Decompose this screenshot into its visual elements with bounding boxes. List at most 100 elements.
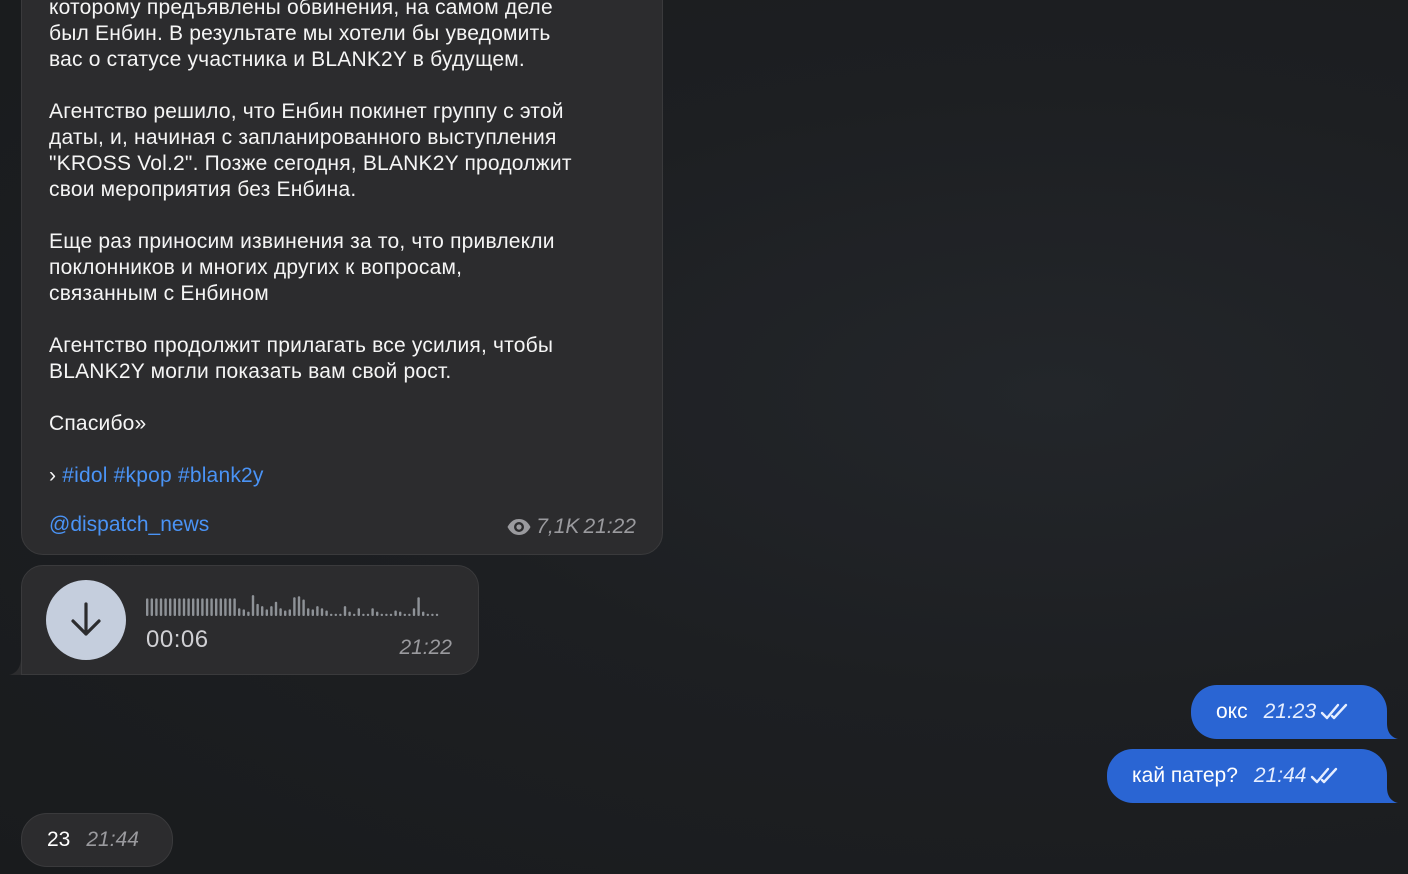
waveform-bar (288, 609, 291, 616)
waveform-bar (169, 598, 172, 616)
waveform-bar (320, 608, 324, 616)
channel-link[interactable]: @dispatch_news (49, 513, 209, 537)
waveform-bar (316, 606, 319, 616)
post-time: 21:22 (583, 515, 636, 538)
waveform-bar (228, 598, 232, 616)
waveform-bar (146, 598, 149, 616)
message-text: окс (1216, 700, 1248, 723)
waveform-bar (150, 598, 153, 616)
waveform-bar (201, 598, 204, 616)
waveform-bar (205, 598, 209, 616)
waveform-bar (215, 598, 218, 616)
waveform-bar (265, 609, 268, 616)
channel-post-bubble[interactable]: которому предъявлены обвинения, на самом… (21, 0, 663, 555)
waveform-bar (196, 598, 199, 616)
waveform-bar (385, 613, 388, 616)
download-arrow-icon (71, 602, 101, 636)
waveform-bar (178, 598, 181, 616)
eye-icon (507, 519, 531, 535)
voice-message-bubble[interactable]: 00:06 21:22 (21, 565, 479, 675)
waveform-bar (261, 606, 264, 616)
post-footer: @dispatch_news 7,1K 21:22 (49, 513, 636, 541)
message-text: 23 (47, 828, 71, 851)
voice-waveform[interactable] (146, 592, 446, 618)
post-line: BLANK2Y могли показать вам свой рост. (49, 360, 452, 383)
waveform-bar (270, 606, 273, 616)
waveform-bar (334, 613, 337, 616)
post-paragraph: Агентство продолжит прилагать все усилия… (49, 333, 639, 385)
waveform-bar (242, 609, 245, 616)
waveform-bar (182, 598, 186, 616)
waveform-bar (238, 608, 241, 616)
outgoing-message[interactable]: кай патер? 21:44 (1107, 749, 1387, 803)
double-check-icon (1311, 767, 1338, 784)
view-count: 7,1K (536, 515, 580, 538)
message-text: кай патер? (1132, 764, 1238, 787)
outgoing-message[interactable]: окс 21:23 (1191, 685, 1387, 739)
waveform-bar (399, 611, 402, 616)
double-check-icon (1320, 703, 1348, 720)
post-line: Спасибо» (49, 412, 147, 435)
waveform-bar (357, 608, 360, 616)
waveform-bar (394, 610, 397, 616)
waveform-bar (376, 611, 379, 616)
waveform-bar (224, 598, 227, 616)
bubble-tail (1378, 787, 1398, 803)
waveform-bar (155, 598, 158, 616)
post-paragraph: Агентство решило, что Енбин покинет груп… (49, 99, 639, 203)
incoming-message[interactable]: 23 21:44 (21, 813, 173, 867)
download-button[interactable] (46, 580, 126, 660)
waveform-bar (431, 613, 434, 616)
chat-view: которому предъявлены обвинения, на самом… (0, 0, 1408, 874)
waveform-bar (210, 598, 213, 616)
post-line: которому предъявлены обвинения, на самом… (49, 0, 553, 19)
post-paragraph: Спасибо» (49, 411, 639, 437)
message-meta: 21:23 (1264, 700, 1353, 724)
bubble-tail (1378, 723, 1398, 739)
waveform-bar (371, 608, 374, 616)
waveform-bar (389, 613, 393, 616)
post-line: Агентство продолжит прилагать все усилия… (49, 334, 554, 357)
waveform-bar (159, 598, 163, 616)
hashtag-link[interactable]: #blank2y (178, 464, 264, 487)
waveform-bar (187, 598, 190, 616)
waveform-bar (297, 596, 301, 616)
post-paragraph: Еще раз приносим извинения за то, что пр… (49, 229, 639, 307)
waveform-bar (343, 606, 347, 616)
waveform-bar (307, 608, 310, 616)
waveform-bar (279, 608, 282, 616)
waveform-bar (403, 613, 406, 616)
waveform-bar (284, 610, 287, 616)
post-line: поклонников и многих других к вопросам, (49, 256, 463, 279)
message-meta: 21:44 (1254, 764, 1343, 788)
waveform-bar (353, 613, 356, 616)
waveform-bar (251, 595, 255, 616)
post-paragraph: которому предъявлены обвинения, на самом… (49, 0, 639, 73)
hashtag-link[interactable]: #idol (62, 464, 107, 487)
waveform-bar (348, 611, 351, 616)
message-time: 21:44 (86, 828, 139, 851)
post-line: свои мероприятия без Енбина. (49, 178, 357, 201)
waveform-bar (164, 598, 167, 616)
post-line: вас о статусе участника и BLANK2Y в буду… (49, 48, 525, 71)
post-meta: 7,1K 21:22 (506, 515, 636, 539)
waveform-bar (247, 611, 250, 616)
waveform-bar (330, 613, 333, 616)
post-line: "KROSS Vol.2". Позже сегодня, BLANK2Y пр… (49, 152, 572, 175)
post-line: Еще раз приносим извинения за то, что пр… (49, 230, 555, 253)
voice-duration: 00:06 (146, 626, 209, 653)
hashtag-link[interactable]: #kpop (114, 464, 172, 487)
waveform-bar (339, 613, 342, 616)
waveform-bar (256, 603, 259, 616)
hashtag-prefix: › (49, 464, 57, 487)
waveform-bar (219, 598, 222, 616)
voice-time: 21:22 (399, 636, 452, 659)
waveform-bar (293, 597, 296, 616)
waveform-bar (173, 598, 176, 616)
waveform-bar (422, 611, 425, 616)
waveform-bar (408, 613, 411, 616)
post-text: которому предъявлены обвинения, на самом… (49, 0, 639, 515)
waveform-bar (435, 613, 439, 616)
waveform-bar (380, 613, 383, 616)
waveform-bar (362, 613, 365, 616)
